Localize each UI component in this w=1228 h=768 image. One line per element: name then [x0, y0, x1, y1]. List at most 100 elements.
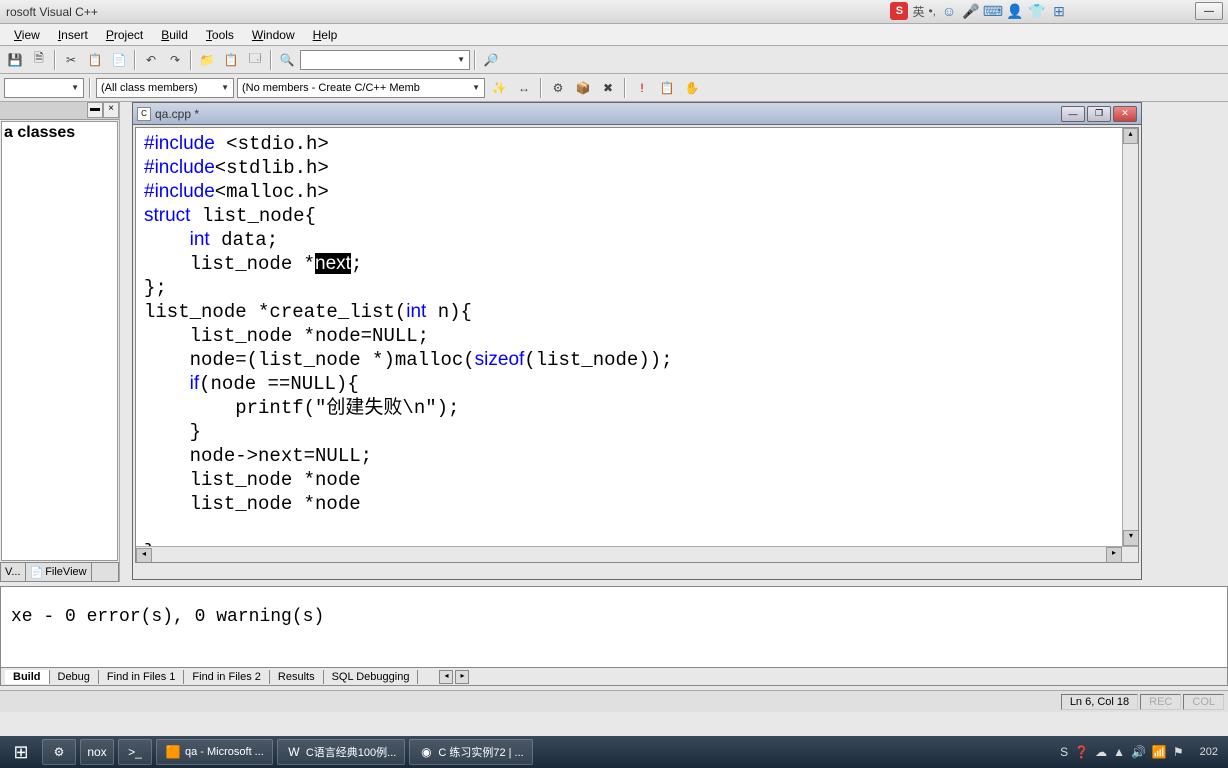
window-button[interactable]: 🗔 — [244, 49, 266, 71]
taskbar-item[interactable]: >_ — [118, 739, 152, 765]
taskbar-item[interactable]: WC语言经典100例... — [277, 739, 405, 765]
window-controls: — — [1195, 2, 1223, 20]
titlebar: rosoft Visual C++ S 英 •, ☺ 🎤 ⌨ 👤 👕 ⊞ — — [0, 0, 1228, 24]
cut-button[interactable]: ✂ — [60, 49, 82, 71]
breakpoint-button[interactable]: ✋ — [681, 77, 703, 99]
search-button[interactable]: 🔎 — [480, 49, 502, 71]
copy-button[interactable]: 📋 — [84, 49, 106, 71]
toolbar-main: 💾 🗎 ✂ 📋 📄 ↶ ↷ 📁 📋 🗔 🔍 ▼ 🔎 — [0, 46, 1228, 74]
file-icon: C — [137, 107, 151, 121]
output-tab-results[interactable]: Results — [270, 670, 324, 684]
panel-tabs: V... 📄FileView — [0, 562, 119, 582]
build-button[interactable]: 📦 — [572, 77, 594, 99]
workspace-button[interactable]: 📁 — [196, 49, 218, 71]
panel-pin-button[interactable]: ▬ — [87, 102, 103, 118]
go-button[interactable]: 📋 — [656, 77, 678, 99]
output-panel: xe - 0 error(s), 0 warning(s) Build Debu… — [0, 586, 1228, 686]
fileview-tab[interactable]: 📄FileView — [26, 563, 92, 581]
ime-badge[interactable]: S — [890, 2, 908, 20]
workspace-panel: ▬ × a classes V... 📄FileView — [0, 102, 120, 582]
file-name: qa.cpp * — [155, 107, 199, 121]
ime-icon[interactable]: 👤 — [1006, 2, 1024, 20]
menu-view[interactable]: View — [6, 26, 48, 44]
scroll-up-button[interactable]: ▴ — [1123, 128, 1138, 144]
tray-icon[interactable]: ❓ — [1074, 745, 1089, 759]
tray-icon[interactable]: 📶 — [1152, 745, 1167, 759]
stop-build-button[interactable]: ✖ — [597, 77, 619, 99]
horizontal-scrollbar[interactable]: ◂ ▸ — [136, 546, 1138, 562]
tray-icon[interactable]: ⚑ — [1173, 745, 1184, 759]
menu-window[interactable]: Window — [244, 26, 303, 44]
system-tray: S ❓ ☁ ▲ 🔊 📶 ⚑ — [1054, 745, 1190, 759]
tray-icon[interactable]: 🔊 — [1131, 745, 1146, 759]
nav-button[interactable]: ↔ — [513, 77, 535, 99]
output-scroll-right[interactable]: ▸ — [455, 670, 469, 684]
output-tab-sql[interactable]: SQL Debugging — [324, 670, 419, 684]
scroll-down-button[interactable]: ▾ — [1123, 530, 1139, 546]
minimize-button[interactable]: — — [1195, 2, 1223, 20]
redo-button[interactable]: ↷ — [164, 49, 186, 71]
code-editor[interactable]: #include <stdio.h> #include<stdlib.h> #i… — [135, 127, 1139, 563]
output-tab-find1[interactable]: Find in Files 1 — [99, 670, 184, 684]
find-button[interactable]: 🔍 — [276, 49, 298, 71]
menu-build[interactable]: Build — [153, 26, 196, 44]
output-tab-find2[interactable]: Find in Files 2 — [184, 670, 269, 684]
output-text: xe - 0 error(s), 0 warning(s) — [1, 587, 1227, 647]
code-window: C qa.cpp * — ❐ ✕ #include <stdio.h> #inc… — [132, 102, 1142, 580]
ime-lang[interactable]: 英 — [912, 3, 924, 20]
taskbar-item[interactable]: nox — [80, 739, 114, 765]
codewin-close-button[interactable]: ✕ — [1113, 106, 1137, 122]
vertical-scrollbar[interactable]: ▴ ▾ — [1122, 128, 1138, 562]
save-button[interactable]: 💾 — [4, 49, 26, 71]
taskbar: ⊞ ⚙nox>_🟧qa - Microsoft ...WC语言经典100例...… — [0, 736, 1228, 768]
taskbar-item[interactable]: 🟧qa - Microsoft ... — [156, 739, 273, 765]
menu-bar: View Insert Project Build Tools Window H… — [0, 24, 1228, 46]
taskbar-clock[interactable]: 202 — [1194, 747, 1224, 758]
output-tab-debug[interactable]: Debug — [50, 670, 99, 684]
rec-indicator: REC — [1140, 694, 1181, 710]
output-tabs: Build Debug Find in Files 1 Find in File… — [1, 667, 1227, 685]
toolbar-class: ▼ (All class members)▼ (No members - Cre… — [0, 74, 1228, 102]
execute-button[interactable]: ! — [631, 77, 653, 99]
ime-icon[interactable]: ☺ — [940, 2, 958, 20]
cursor-position: Ln 6, Col 18 — [1061, 694, 1138, 710]
scroll-right-button[interactable]: ▸ — [1106, 547, 1122, 563]
panel-close-button[interactable]: × — [103, 102, 119, 118]
menu-project[interactable]: Project — [98, 26, 151, 44]
menu-help[interactable]: Help — [305, 26, 346, 44]
tray-icon[interactable]: S — [1060, 745, 1068, 759]
undo-button[interactable]: ↶ — [140, 49, 162, 71]
taskbar-item[interactable]: ◉C 练习实例72 | ... — [409, 739, 532, 765]
app-title: rosoft Visual C++ — [6, 5, 98, 19]
tray-icon[interactable]: ☁ — [1095, 745, 1107, 759]
paste-button[interactable]: 📄 — [108, 49, 130, 71]
classview-tab[interactable]: V... — [1, 563, 26, 581]
class-tree[interactable]: a classes — [1, 121, 118, 561]
compile-button[interactable]: ⚙ — [547, 77, 569, 99]
code-window-titlebar[interactable]: C qa.cpp * — ❐ ✕ — [133, 103, 1141, 125]
work-area: ▬ × a classes V... 📄FileView C qa.cpp * … — [0, 102, 1228, 582]
output-scroll-left[interactable]: ◂ — [439, 670, 453, 684]
members-filter-combo[interactable]: (All class members)▼ — [96, 78, 234, 98]
save-all-button[interactable]: 🗎 — [28, 49, 50, 71]
wizard-button[interactable]: ✨ — [488, 77, 510, 99]
status-bar: Ln 6, Col 18 REC COL — [0, 690, 1228, 712]
codewin-maximize-button[interactable]: ❐ — [1087, 106, 1111, 122]
scroll-left-button[interactable]: ◂ — [136, 548, 152, 563]
taskbar-item[interactable]: ⚙ — [42, 739, 76, 765]
output-button[interactable]: 📋 — [220, 49, 242, 71]
ime-icon[interactable]: 👕 — [1028, 2, 1046, 20]
output-tab-build[interactable]: Build — [5, 670, 50, 684]
ime-icon[interactable]: ⌨ — [984, 2, 1002, 20]
members-combo[interactable]: (No members - Create C/C++ Memb▼ — [237, 78, 485, 98]
start-button[interactable]: ⊞ — [4, 738, 38, 766]
menu-insert[interactable]: Insert — [50, 26, 96, 44]
find-combo[interactable]: ▼ — [300, 50, 470, 70]
tray-icon[interactable]: ▲ — [1113, 745, 1125, 759]
panel-header: ▬ × — [0, 102, 119, 120]
ime-icon[interactable]: 🎤 — [962, 2, 980, 20]
class-combo[interactable]: ▼ — [4, 78, 84, 98]
ime-icon[interactable]: ⊞ — [1050, 2, 1068, 20]
menu-tools[interactable]: Tools — [198, 26, 242, 44]
codewin-minimize-button[interactable]: — — [1061, 106, 1085, 122]
